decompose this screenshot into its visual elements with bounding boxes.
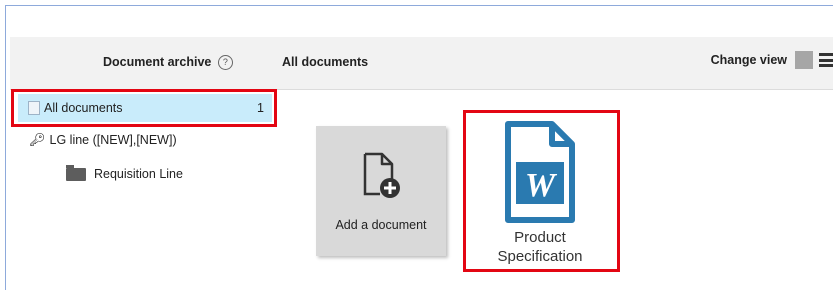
change-view-label: Change view <box>710 53 787 67</box>
sidebar-item-label: LG line ([NEW],[NEW]) <box>49 133 177 147</box>
sidebar: All documents 1 🔑︎ LG line ([NEW],[NEW])… <box>10 90 272 290</box>
list-view-icon[interactable] <box>819 52 833 68</box>
document-name-line-2: Specification <box>497 248 583 265</box>
add-document-tile[interactable]: Add a document <box>316 126 446 256</box>
documents-icon <box>28 101 40 115</box>
key-icon: 🔑︎ <box>29 132 46 147</box>
word-document-icon: W <box>505 121 575 223</box>
folder-icon <box>66 164 86 181</box>
sidebar-item-lg-line[interactable]: 🔑︎ LG line ([NEW],[NEW]) <box>18 126 177 154</box>
add-document-label: Add a document <box>335 218 427 232</box>
document-name: Product Specification <box>467 228 613 266</box>
document-tile-product-specification[interactable]: W Product Specification <box>467 112 613 270</box>
sidebar-item-label: All documents <box>44 101 123 115</box>
sidebar-item-requisition-line[interactable]: Requisition Line <box>18 160 183 188</box>
add-document-icon <box>363 152 400 198</box>
document-archive-title: Document archive ? <box>103 55 233 71</box>
document-name-line-1: Product <box>514 229 566 246</box>
sidebar-item-all-documents[interactable]: All documents 1 <box>18 94 272 122</box>
document-archive-label: Document archive <box>103 55 212 69</box>
sidebar-item-label: Requisition Line <box>94 167 183 181</box>
change-view-control: Change view <box>711 51 833 69</box>
help-icon[interactable]: ? <box>217 55 233 71</box>
toolbar-header: Document archive ? All documents Change … <box>10 37 833 90</box>
svg-text:W: W <box>525 167 558 204</box>
grid-view-icon[interactable] <box>795 51 813 69</box>
document-count-badge: 1 <box>257 101 264 115</box>
breadcrumb: All documents <box>282 55 369 69</box>
